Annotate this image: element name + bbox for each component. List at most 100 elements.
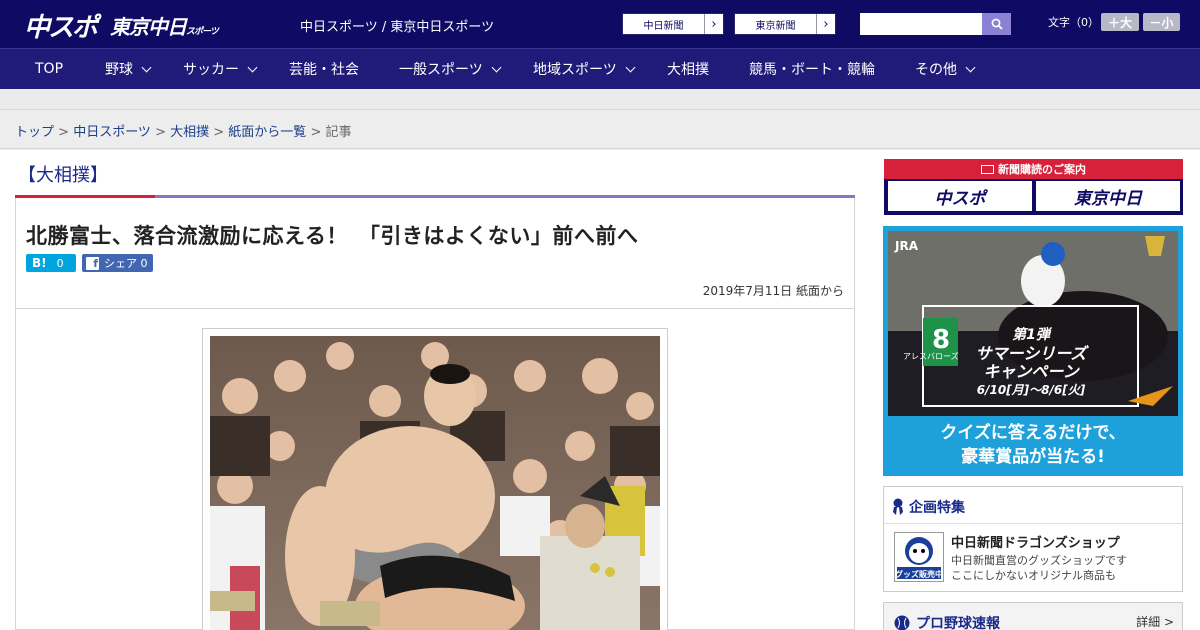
font-smaller-button[interactable]: －小: [1143, 13, 1180, 31]
jra-title-line1: サマーシリーズ: [976, 344, 1090, 363]
breadcrumb: トップ > 中日スポーツ > 大相撲 > 紙面から一覧 > 記事: [15, 121, 352, 140]
jra-ad-banner[interactable]: 8 アレスバローズ 第1弾 サマーシリーズ キャンペーン 6/10[月]～8/6…: [883, 226, 1183, 476]
article-photo-frame: [202, 328, 668, 630]
special-features-divider: [884, 523, 1182, 524]
breadcrumb-link-top[interactable]: トップ: [15, 125, 54, 140]
top-header: 中スポ 東京中日スポーツ 中日スポーツ / 東京中日スポーツ 中日新聞 › 東京…: [0, 0, 1200, 48]
nav-item-top[interactable]: TOP: [35, 49, 63, 89]
sub-strip: [0, 89, 1200, 110]
ext-link-label: 中日新聞: [643, 20, 684, 32]
breadcrumb-sep: >: [209, 125, 229, 140]
article: 北勝富士、落合流激励に応える！ 「引きはよくない」前へ前へ B! 0 f シェア…: [15, 198, 855, 630]
nav-item-racing[interactable]: 競馬・ボート・競輪: [749, 49, 875, 89]
jra-title-line2: キャンペーン: [983, 362, 1080, 381]
jra-series: 第1弾: [1012, 326, 1053, 343]
facebook-icon: f: [86, 256, 99, 270]
sumo-photo-image: [210, 336, 660, 630]
breadcrumb-link-sumo[interactable]: 大相撲: [170, 125, 209, 140]
chuspo-logo[interactable]: 中スポ: [24, 7, 98, 44]
nav-label: 芸能・社会: [289, 62, 359, 78]
subscribe-title: 新聞購読のご案内: [884, 161, 1183, 177]
chevron-down-icon: [141, 62, 152, 72]
jra-horse-name: アレスバローズ: [903, 351, 959, 361]
dragons-shop-description: 中日新聞直営のグッズショップです ここにしかないオリジナル商品も: [951, 553, 1127, 583]
nav-label: 大相撲: [667, 62, 709, 78]
chevron-down-icon: [625, 62, 636, 72]
sumo-photo[interactable]: [210, 336, 660, 630]
chevron-right-icon: ›: [816, 14, 835, 34]
site-link[interactable]: 中日スポーツ / 東京中日スポーツ: [300, 16, 494, 35]
nav-label: 一般スポーツ: [399, 62, 483, 78]
baseball-detail-link[interactable]: 詳細 >: [1136, 613, 1174, 630]
shop-desc-line: 中日新聞直営のグッズショップです: [951, 554, 1127, 567]
hatena-count: 0: [56, 256, 64, 270]
baseball-live-title: プロ野球速報: [894, 613, 1000, 630]
shop-desc-line: ここにしかないオリジナル商品も: [951, 569, 1116, 582]
subscribe-title-text: 新聞購読のご案内: [998, 163, 1086, 176]
nav-label: 地域スポーツ: [533, 62, 617, 78]
dragons-shop-thumbnail[interactable]: グッズ販売中: [894, 532, 944, 582]
nav-item-sumo[interactable]: 大相撲: [667, 49, 709, 89]
breadcrumb-sep: >: [150, 125, 171, 140]
search-button[interactable]: [982, 13, 1011, 35]
dragons-mascot-icon: グッズ販売中: [895, 537, 943, 579]
tokyo-chunichi-logo[interactable]: 東京中日スポーツ: [110, 11, 219, 40]
nav-label: 野球: [105, 62, 133, 78]
tokyo-logo-text: 東京中日: [110, 15, 187, 39]
tokyo-shimbun-link[interactable]: 東京新聞 ›: [734, 13, 836, 35]
chevron-down-icon: [491, 62, 502, 72]
article-divider: [16, 308, 854, 309]
search-icon: [991, 18, 1003, 30]
jra-ad-image: 8 アレスバローズ 第1弾 サマーシリーズ キャンペーン 6/10[月]～8/6…: [888, 231, 1178, 467]
jra-copy-line1: クイズに答えるだけで、: [940, 422, 1125, 443]
baseball-live-label: プロ野球速報: [916, 616, 1000, 630]
tokyo-logo-small: スポーツ: [186, 27, 219, 37]
breadcrumb-link-chuspo[interactable]: 中日スポーツ: [73, 125, 151, 140]
nav-item-general-sports[interactable]: 一般スポーツ: [399, 49, 502, 89]
article-dateline: 2019年7月11日 紙面から: [702, 284, 844, 298]
chunichi-shimbun-link[interactable]: 中日新聞 ›: [622, 13, 724, 35]
chevron-down-icon: [965, 62, 976, 72]
shop-badge-text: グッズ販売中: [895, 569, 943, 579]
nav-item-entertainment[interactable]: 芸能・社会: [289, 49, 359, 89]
dragons-shop-title[interactable]: 中日新聞ドラゴンズショップ: [951, 532, 1120, 551]
nav-item-soccer[interactable]: サッカー: [183, 49, 258, 89]
jra-copy-line2: 豪華賞品が当たる!: [961, 446, 1105, 467]
ext-link-label: 東京新聞: [755, 20, 796, 32]
hatena-icon: B!: [32, 256, 47, 270]
chevron-right-icon: ›: [704, 14, 723, 34]
nav-item-other[interactable]: その他: [915, 49, 976, 89]
nav-label: その他: [915, 62, 957, 78]
newspaper-icon: [981, 165, 994, 174]
nav-label: 競馬・ボート・競輪: [749, 62, 875, 78]
nav-item-baseball[interactable]: 野球: [105, 49, 152, 89]
article-headline: 北勝富士、落合流激励に応える！ 「引きはよくない」前へ前へ: [26, 224, 639, 248]
hatena-bookmark-button[interactable]: B! 0: [26, 254, 76, 272]
baseball-icon: [894, 615, 910, 630]
nav-item-local-sports[interactable]: 地域スポーツ: [533, 49, 636, 89]
jra-horse-number: 8: [932, 325, 950, 355]
ribbon-icon: [893, 498, 903, 515]
subscribe-chuspo-button[interactable]: 中スポ: [888, 181, 1032, 211]
category-label: 【大相撲】: [18, 165, 108, 186]
breadcrumb-sep: >: [306, 125, 326, 140]
main-nav: TOP 野球 サッカー 芸能・社会 一般スポーツ 地域スポーツ 大相撲 競馬・ボ…: [0, 48, 1200, 89]
baseball-live-box: プロ野球速報 詳細 >: [883, 602, 1183, 630]
nav-label: TOP: [35, 61, 64, 77]
search-input[interactable]: [860, 13, 982, 35]
subscribe-tokyo-button[interactable]: 東京中日: [1036, 181, 1180, 211]
special-features-title: 企画特集: [892, 497, 965, 517]
jra-brand: JRA: [894, 239, 919, 253]
special-features-label: 企画特集: [909, 500, 965, 516]
font-size-label: 文字（0）: [1048, 16, 1099, 29]
breadcrumb-current: 記事: [325, 125, 352, 140]
chevron-down-icon: [247, 62, 258, 72]
breadcrumb-link-list[interactable]: 紙面から一覧: [228, 125, 306, 140]
facebook-share-button[interactable]: f シェア 0: [82, 254, 153, 272]
fb-share-label: シェア: [104, 257, 137, 270]
nav-label: サッカー: [183, 62, 239, 78]
jra-dates: 6/10[月]～8/6[火]: [977, 383, 1086, 397]
main-content: 【大相撲】 北勝富士、落合流激励に応える！ 「引きはよくない」前へ前へ B! 0…: [0, 150, 1200, 630]
font-larger-button[interactable]: ＋大: [1101, 13, 1139, 31]
breadcrumb-bar: トップ > 中日スポーツ > 大相撲 > 紙面から一覧 > 記事: [0, 110, 1200, 149]
